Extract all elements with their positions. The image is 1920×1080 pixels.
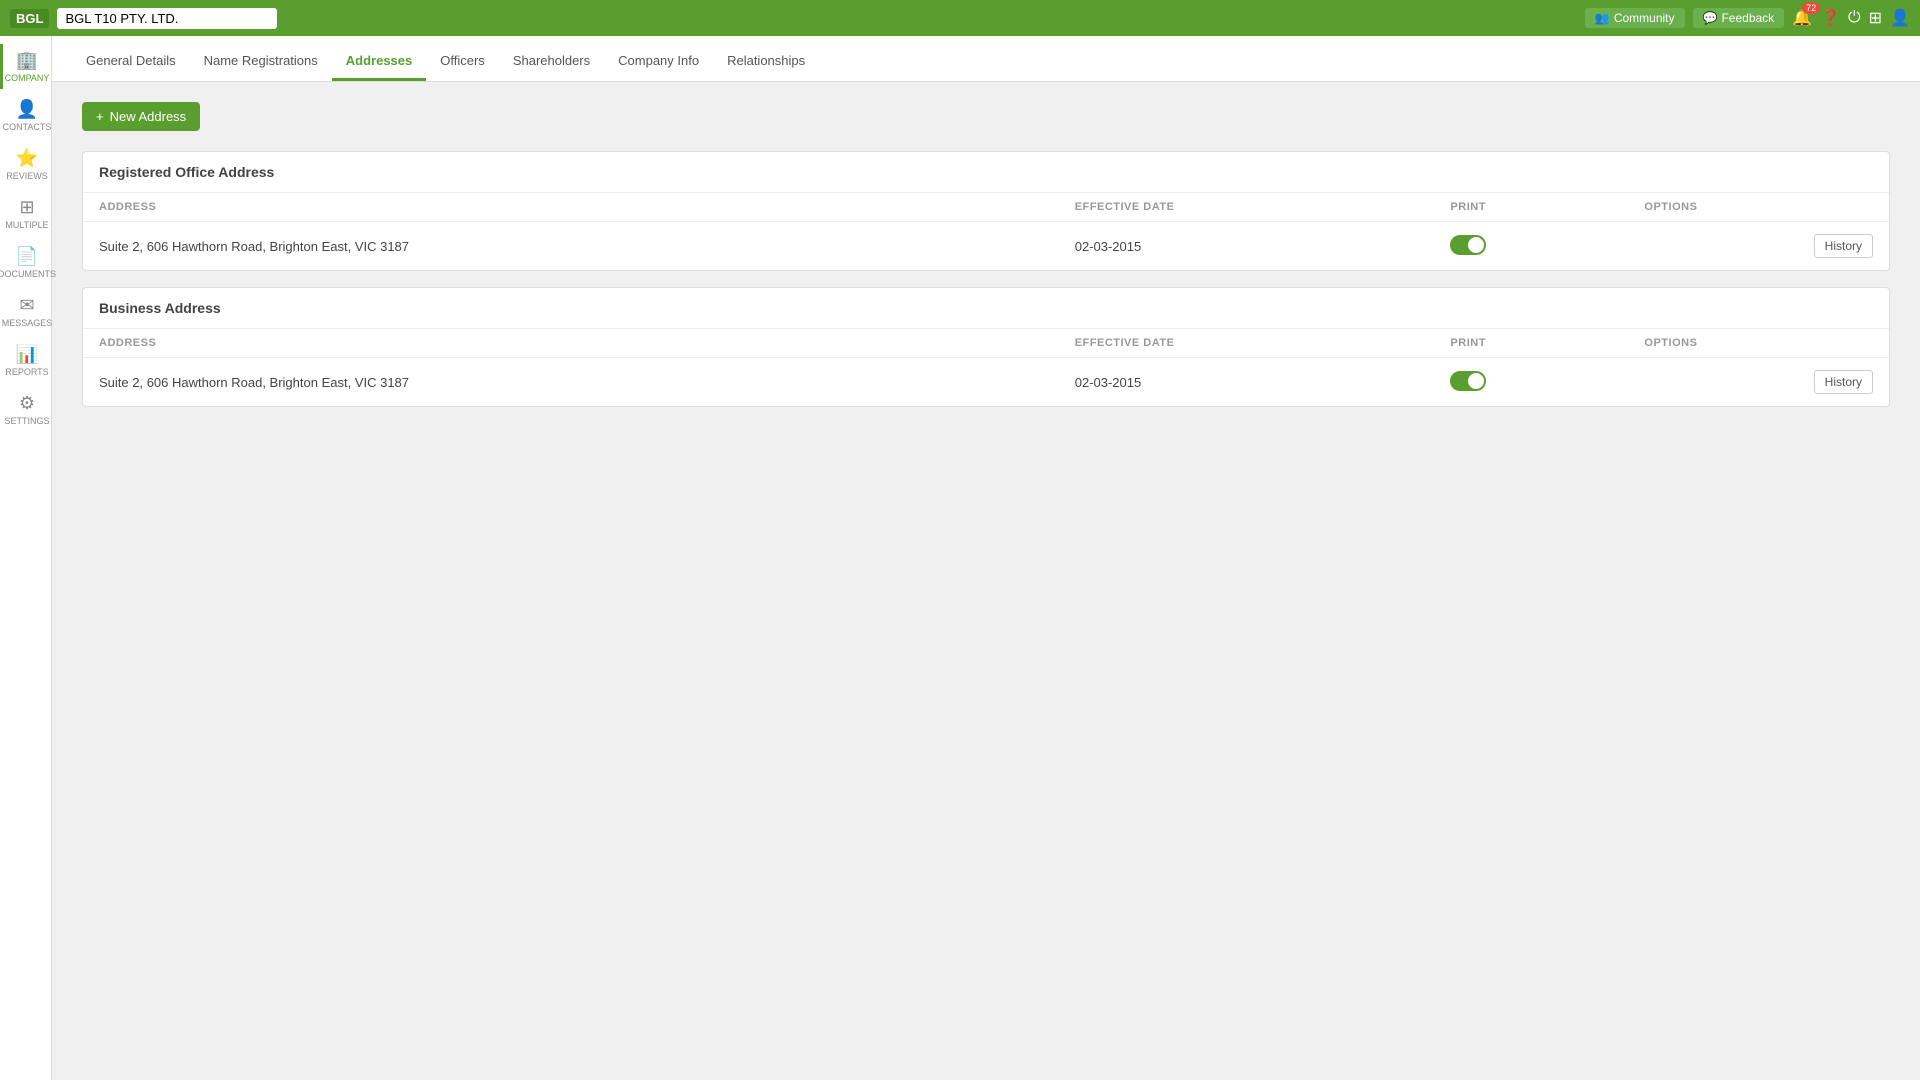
- registered-print-toggle-control[interactable]: [1450, 235, 1486, 255]
- app-layout: 🏢 COMPANY 👤 CONTACTS ⭐ REVIEWS ⊞ MULTIPL…: [0, 36, 1920, 1080]
- power-icon[interactable]: ⏻: [1848, 9, 1861, 27]
- col-options-2: OPTIONS: [1628, 329, 1889, 358]
- registered-options-cell: History: [1628, 222, 1889, 271]
- sidebar-item-company[interactable]: 🏢 COMPANY: [0, 44, 51, 89]
- tab-bar: General Details Name Registrations Addre…: [52, 36, 1920, 82]
- sidebar: 🏢 COMPANY 👤 CONTACTS ⭐ REVIEWS ⊞ MULTIPL…: [0, 36, 52, 1080]
- topbar-logo: BGL: [10, 9, 49, 28]
- business-effective-date: 02-03-2015: [1059, 358, 1435, 407]
- community-button[interactable]: 👥 Community: [1585, 8, 1685, 28]
- topbar-right: 👥 Community 💬 Feedback 🔔 72 ❓ ⏻ ⊞ 👤: [1585, 8, 1910, 28]
- col-print-2: PRINT: [1434, 329, 1628, 358]
- col-print-1: PRINT: [1434, 193, 1628, 222]
- notification-bell[interactable]: 🔔 72: [1792, 8, 1812, 28]
- sidebar-item-reports[interactable]: 📊 REPORTS: [0, 338, 51, 383]
- help-icon[interactable]: ❓: [1820, 8, 1840, 28]
- col-address-1: ADDRESS: [83, 193, 1059, 222]
- tab-company-info[interactable]: Company Info: [604, 43, 713, 81]
- messages-icon: ✉: [19, 295, 34, 316]
- sidebar-item-settings[interactable]: ⚙ SETTINGS: [0, 387, 51, 432]
- business-print-toggle-control[interactable]: [1450, 371, 1486, 391]
- business-history-button[interactable]: History: [1814, 370, 1873, 394]
- community-label: Community: [1614, 11, 1675, 25]
- tab-name-registrations[interactable]: Name Registrations: [190, 43, 332, 81]
- sidebar-item-reviews-label: REVIEWS: [6, 171, 48, 181]
- plus-icon: +: [96, 109, 104, 124]
- business-options-cell: History: [1628, 358, 1889, 407]
- tab-general-details[interactable]: General Details: [72, 43, 190, 81]
- tab-officers[interactable]: Officers: [426, 43, 499, 81]
- reports-icon: 📊: [16, 344, 38, 365]
- business-address-table: ADDRESS EFFECTIVE DATE PRINT OPTIONS Sui…: [83, 329, 1889, 406]
- business-address-title: Business Address: [83, 288, 1889, 329]
- registered-address-value: Suite 2, 606 Hawthorn Road, Brighton Eas…: [83, 222, 1059, 271]
- table-row: Suite 2, 606 Hawthorn Road, Brighton Eas…: [83, 358, 1889, 407]
- tab-relationships[interactable]: Relationships: [713, 43, 819, 81]
- registered-address-header-row: ADDRESS EFFECTIVE DATE PRINT OPTIONS: [83, 193, 1889, 222]
- business-address-value: Suite 2, 606 Hawthorn Road, Brighton Eas…: [83, 358, 1059, 407]
- business-address-header-row: ADDRESS EFFECTIVE DATE PRINT OPTIONS: [83, 329, 1889, 358]
- col-address-2: ADDRESS: [83, 329, 1059, 358]
- contacts-icon: 👤: [16, 99, 38, 120]
- feedback-label: Feedback: [1721, 11, 1774, 25]
- multiple-icon: ⊞: [19, 197, 34, 218]
- business-address-card: Business Address ADDRESS EFFECTIVE DATE …: [82, 287, 1890, 407]
- addresses-content: + New Address Registered Office Address …: [52, 82, 1920, 443]
- sidebar-item-reviews[interactable]: ⭐ REVIEWS: [0, 142, 51, 187]
- sidebar-item-messages-label: MESSAGES: [2, 318, 53, 328]
- sidebar-item-documents-label: DOCUMENTS: [0, 269, 56, 279]
- registered-address-title: Registered Office Address: [83, 152, 1889, 193]
- col-effective-date-1: EFFECTIVE DATE: [1059, 193, 1435, 222]
- grid-icon[interactable]: ⊞: [1869, 8, 1882, 28]
- topbar: BGL 👥 Community 💬 Feedback 🔔 72 ❓ ⏻ ⊞ 👤: [0, 0, 1920, 36]
- reviews-icon: ⭐: [16, 148, 38, 169]
- settings-icon: ⚙: [19, 393, 35, 414]
- registered-effective-date: 02-03-2015: [1059, 222, 1435, 271]
- sidebar-item-contacts[interactable]: 👤 CONTACTS: [0, 93, 51, 138]
- documents-icon: 📄: [16, 246, 38, 267]
- feedback-button[interactable]: 💬 Feedback: [1693, 8, 1785, 28]
- col-effective-date-2: EFFECTIVE DATE: [1059, 329, 1435, 358]
- registered-print-toggle: [1434, 222, 1628, 271]
- new-address-label: New Address: [110, 109, 187, 124]
- business-print-toggle: [1434, 358, 1628, 407]
- sidebar-item-multiple-label: MULTIPLE: [5, 220, 48, 230]
- registered-history-button[interactable]: History: [1814, 234, 1873, 258]
- feedback-icon: 💬: [1703, 11, 1718, 25]
- sidebar-item-messages[interactable]: ✉ MESSAGES: [0, 289, 51, 334]
- new-address-button[interactable]: + New Address: [82, 102, 200, 131]
- tab-addresses[interactable]: Addresses: [332, 43, 426, 81]
- sidebar-item-documents[interactable]: 📄 DOCUMENTS: [0, 240, 51, 285]
- registered-address-card: Registered Office Address ADDRESS EFFECT…: [82, 151, 1890, 271]
- table-row: Suite 2, 606 Hawthorn Road, Brighton Eas…: [83, 222, 1889, 271]
- sidebar-item-settings-label: SETTINGS: [5, 416, 50, 426]
- topbar-left: BGL: [10, 8, 277, 29]
- notification-badge: 72: [1802, 2, 1820, 14]
- community-icon: 👥: [1595, 11, 1610, 25]
- col-options-1: OPTIONS: [1628, 193, 1889, 222]
- company-icon: 🏢: [16, 50, 38, 71]
- user-icon[interactable]: 👤: [1890, 8, 1910, 28]
- company-search-input[interactable]: [57, 8, 277, 29]
- tab-shareholders[interactable]: Shareholders: [499, 43, 604, 81]
- sidebar-item-multiple[interactable]: ⊞ MULTIPLE: [0, 191, 51, 236]
- sidebar-item-contacts-label: CONTACTS: [3, 122, 52, 132]
- main-content: General Details Name Registrations Addre…: [52, 36, 1920, 1080]
- registered-address-table: ADDRESS EFFECTIVE DATE PRINT OPTIONS Sui…: [83, 193, 1889, 270]
- sidebar-item-company-label: COMPANY: [5, 73, 50, 83]
- sidebar-item-reports-label: REPORTS: [5, 367, 48, 377]
